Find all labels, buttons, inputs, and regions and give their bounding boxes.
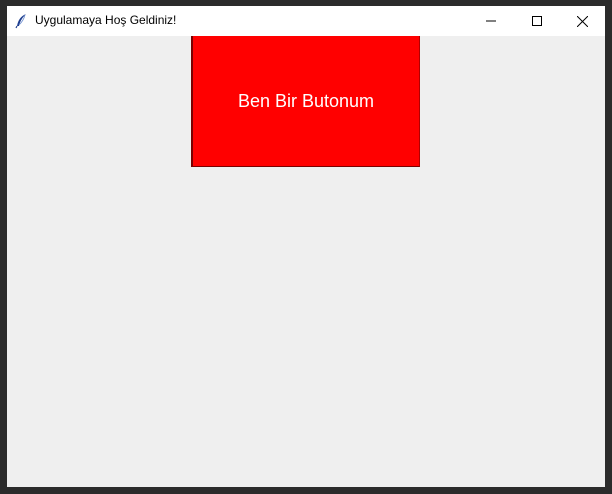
title-bar[interactable]: Uygulamaya Hoş Geldiniz!: [7, 6, 605, 36]
window-title: Uygulamaya Hoş Geldiniz!: [35, 13, 177, 27]
maximize-icon: [532, 16, 542, 26]
main-button[interactable]: Ben Bir Butonum: [191, 36, 420, 167]
minimize-icon: [486, 20, 496, 22]
close-button[interactable]: [559, 6, 605, 36]
maximize-button[interactable]: [514, 6, 560, 36]
content-area: Ben Bir Butonum: [7, 36, 605, 487]
minimize-button[interactable]: [468, 6, 514, 36]
feather-icon: [15, 13, 29, 29]
close-icon: [576, 15, 588, 27]
main-button-label: Ben Bir Butonum: [237, 90, 375, 111]
app-window: Uygulamaya Hoş Geldiniz! Ben Bir Butonum: [7, 6, 605, 487]
